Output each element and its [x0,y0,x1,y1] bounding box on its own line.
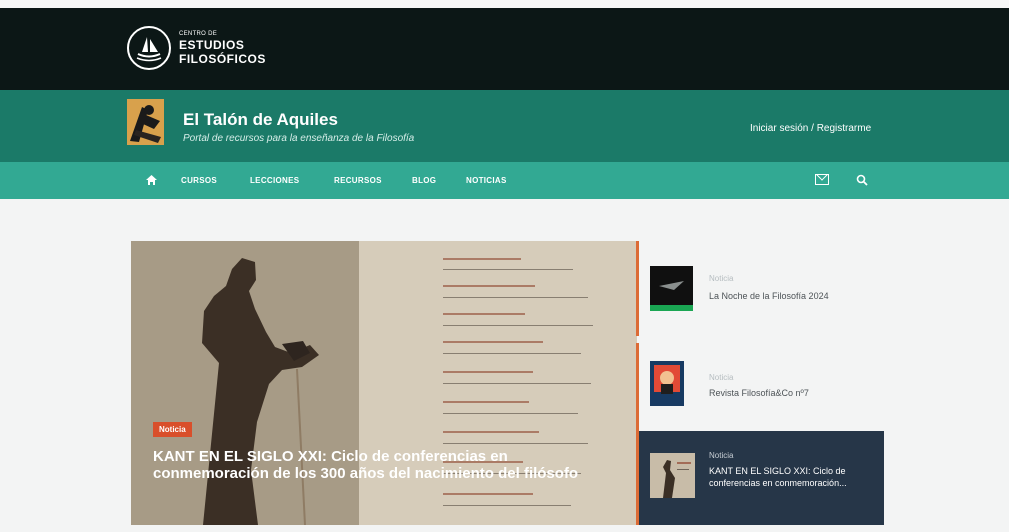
poster-text-line [443,505,571,506]
featured-badge: Noticia [153,422,192,437]
logo-line-estudios: ESTUDIOS [179,38,245,52]
site-title[interactable]: El Talón de Aquiles [183,110,338,130]
poster-text-line [443,269,573,270]
news-label: Noticia [709,373,734,382]
nav-blog[interactable]: BLOG [412,176,436,185]
revista-filosofia-thumbnail [650,361,684,406]
poster-speaker-line [443,285,535,287]
featured-news-card[interactable] [131,241,637,525]
news-label: Noticia [709,451,734,460]
poster-text-line [443,413,578,414]
poster-text-line [443,443,588,444]
poster-text-line [443,353,581,354]
poster-speaker-line [443,258,521,260]
poster-text-line [443,383,591,384]
top-page-background [0,0,1009,8]
home-icon[interactable] [145,173,158,191]
achilles-avatar-icon[interactable] [127,99,164,145]
poster-text-line [443,325,593,326]
news-title[interactable]: La Noche de la Filosofía 2024 [709,290,829,302]
nav-recursos[interactable]: RECURSOS [334,176,382,185]
news-label: Noticia [709,274,734,283]
mail-icon[interactable] [815,174,829,185]
logo-line-filosoficos: FILOSÓFICOS [179,52,266,66]
nav-cursos[interactable]: CURSOS [181,176,217,185]
center-logo[interactable]: CENTRO DE ESTUDIOS FILOSÓFICOS [127,26,266,70]
poster-speaker-line [443,313,525,315]
kant-thumbnail [650,453,695,498]
news-title[interactable]: Revista Filosofía&Co nº7 [709,387,809,399]
nav-noticias[interactable]: NOTICIAS [466,176,507,185]
news-list-item-active[interactable]: Noticia KANT EN EL SIGLO XXI: Ciclo de c… [639,431,884,525]
noche-filosofia-thumbnail [650,266,693,311]
center-name: CENTRO DE ESTUDIOS FILOSÓFICOS [179,31,266,65]
search-icon[interactable] [856,173,868,186]
poster-text-line [443,297,588,298]
site-subtitle: Portal de recursos para la enseñanza de … [183,133,415,144]
poster-speaker-line [443,341,543,343]
poster-speaker-line [443,371,533,373]
featured-title[interactable]: KANT EN EL SIGLO XXI: Ciclo de conferenc… [153,448,603,482]
poster-speaker-line [443,431,539,433]
news-title[interactable]: KANT EN EL SIGLO XXI: Ciclo de conferenc… [709,465,873,489]
poster-speaker-line [443,493,533,495]
login-register-link[interactable]: Iniciar sesión / Registrarme [750,123,871,134]
ship-logo-icon [127,26,171,70]
logo-small-text: CENTRO DE [179,31,218,37]
news-list-item[interactable]: Noticia Revista Filosofía&Co nº7 [639,358,884,424]
nav-lecciones[interactable]: LECCIONES [250,176,299,185]
news-list-item[interactable]: Noticia La Noche de la Filosofía 2024 [639,260,884,326]
poster-speaker-line [443,401,529,403]
